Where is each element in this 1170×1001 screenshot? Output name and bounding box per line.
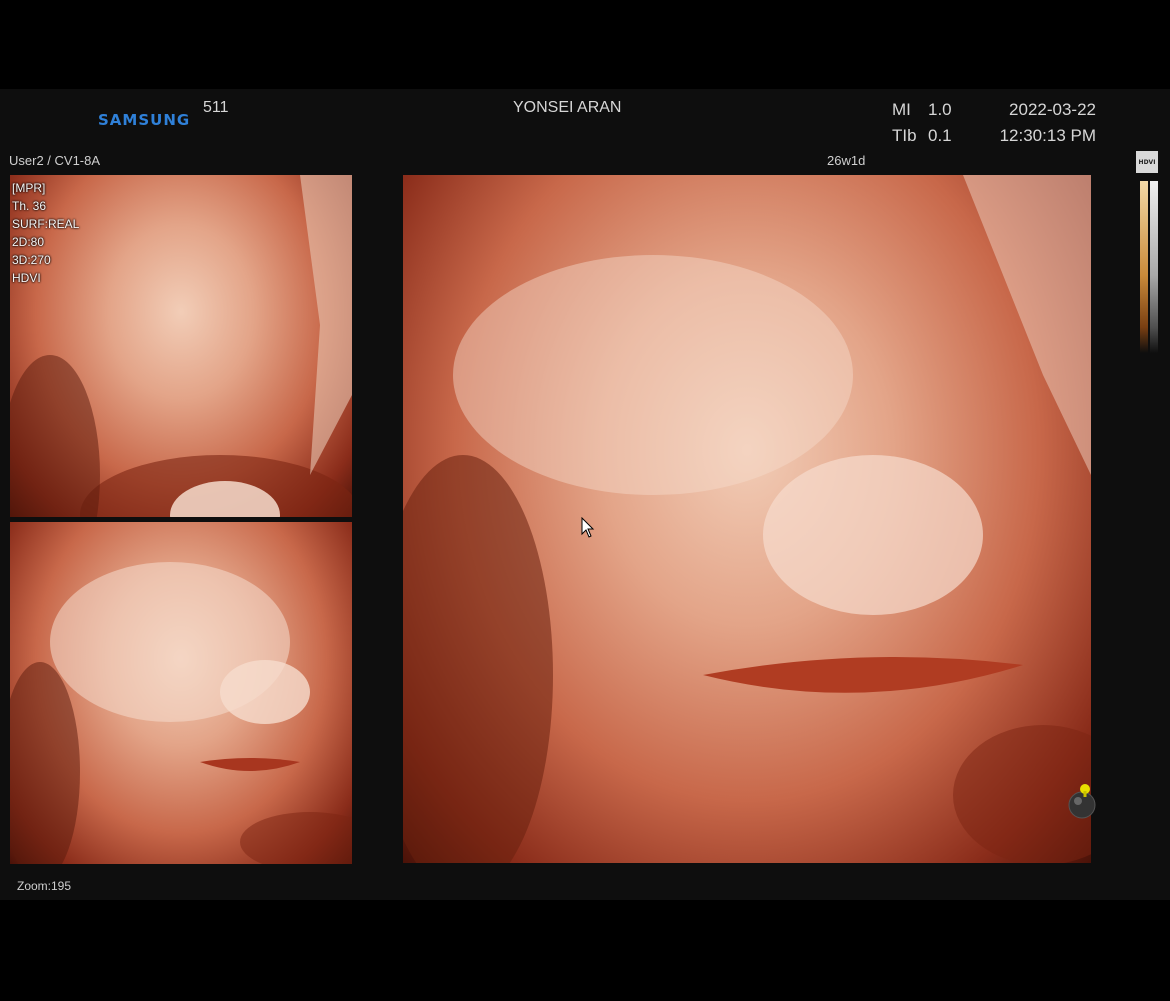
overlay-line-hdvi: HDVI (12, 271, 41, 285)
color-map-bar (1140, 181, 1158, 353)
view-top-left[interactable]: [MPR] Th. 36 SURF:REAL 2D:80 3D:270 HDVI (10, 175, 352, 517)
model-number: 511 (203, 99, 229, 116)
overlay-line-threshold: Th. 36 (12, 199, 47, 213)
exam-time: 12:30:13 PM (999, 126, 1096, 145)
gestational-age: 26w1d (827, 153, 866, 168)
exam-date: 2022-03-22 (1009, 100, 1096, 119)
mouse-cursor-icon (581, 517, 595, 538)
light-source-icon[interactable] (1060, 775, 1104, 819)
view-main-3d[interactable] (403, 175, 1091, 863)
view-bottom-left[interactable] (10, 522, 352, 864)
hdvi-badge: HDVI (1136, 151, 1158, 173)
mi-label: MI (892, 100, 911, 119)
color-map-gray (1150, 181, 1158, 353)
brand-logo: SAMSUNG (98, 111, 191, 129)
tib-label: TIb (892, 126, 917, 145)
user-probe-label: User2 / CV1-8A (9, 153, 101, 168)
render-settings-overlay: [MPR] Th. 36 SURF:REAL 2D:80 3D:270 HDVI (12, 179, 79, 287)
overlay-line-3d: 3D:270 (12, 253, 51, 267)
ultrasound-screen: SAMSUNG 511 YONSEI ARAN MI 1.0 2022-03-2… (0, 89, 1170, 900)
overlay-line-mode: [MPR] (12, 181, 46, 195)
color-map-amber (1140, 181, 1148, 353)
acoustic-stats: MI 1.0 2022-03-22 TIb 0.1 12:30:13 PM (892, 97, 1096, 149)
overlay-line-2d: 2D:80 (12, 235, 45, 249)
face-render-main (403, 175, 1091, 863)
overlay-line-surface: SURF:REAL (12, 217, 80, 231)
tib-value: 0.1 (928, 126, 952, 145)
zoom-level: Zoom:195 (17, 879, 72, 893)
hospital-name: YONSEI ARAN (513, 99, 622, 116)
mi-value: 1.0 (928, 100, 952, 119)
face-render-bottom-left (10, 562, 352, 864)
